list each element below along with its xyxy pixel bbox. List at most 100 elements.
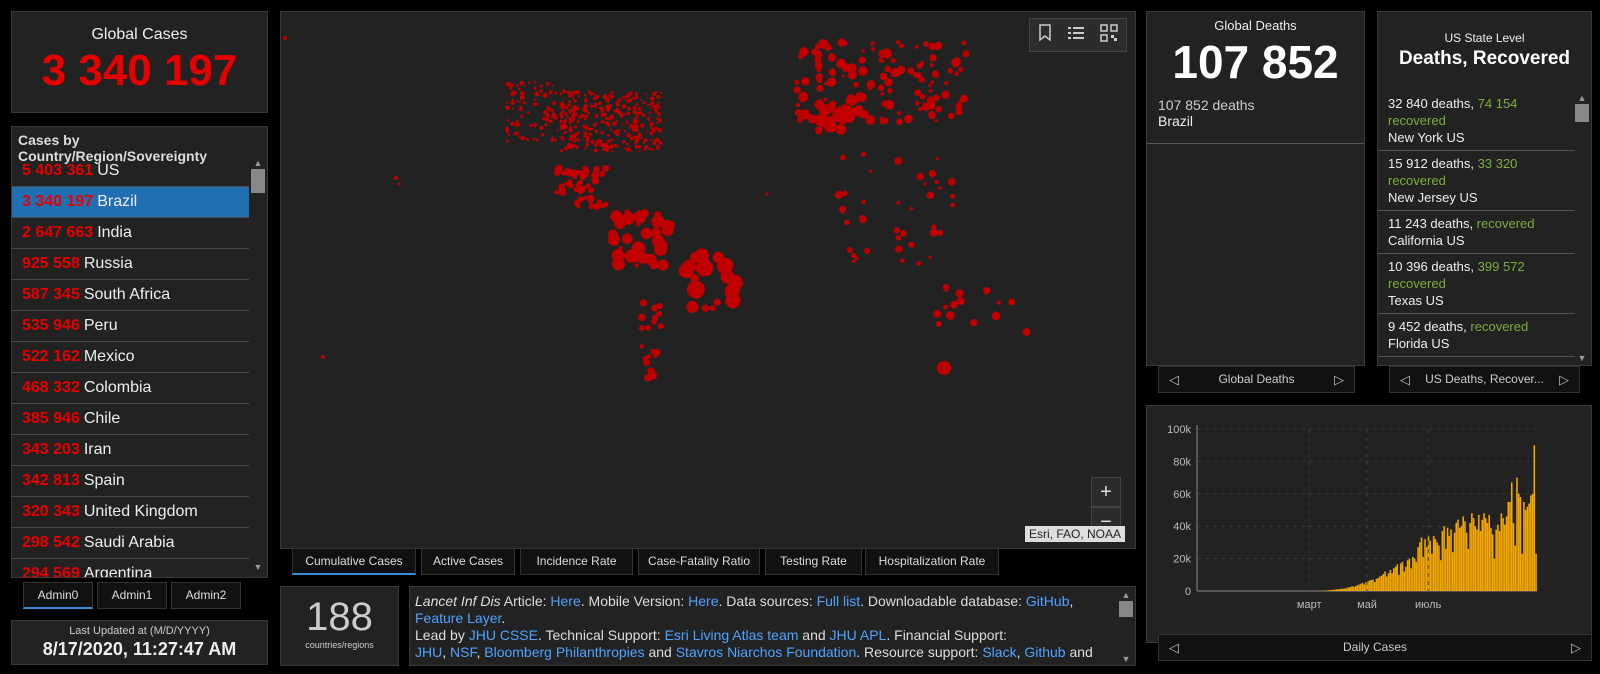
case-dot[interactable] [573,99,577,103]
case-dot[interactable] [842,40,848,46]
case-dot[interactable] [566,90,571,94]
case-dot[interactable] [583,105,586,109]
case-dot[interactable] [545,81,550,86]
case-dot[interactable] [508,83,514,88]
case-dot[interactable] [506,119,510,122]
case-dot[interactable] [572,90,577,95]
case-dot[interactable] [647,116,650,119]
bookmark-icon[interactable] [1038,23,1052,47]
case-dot[interactable] [573,144,576,147]
country-row[interactable]: 320 343 United Kingdom [12,497,249,528]
case-dot[interactable] [542,92,548,98]
case-dot[interactable] [916,261,922,266]
case-dot[interactable] [544,123,548,127]
scroll-down-icon[interactable]: ▼ [1119,653,1133,665]
case-dot[interactable] [823,97,828,102]
case-dot[interactable] [510,121,515,127]
case-dot[interactable] [651,148,655,151]
case-dot[interactable] [851,259,856,264]
case-dot[interactable] [638,325,645,331]
case-dot[interactable] [632,110,635,113]
case-dot[interactable] [626,111,631,116]
case-dot[interactable] [608,107,611,110]
case-dot[interactable] [928,89,933,93]
case-dot[interactable] [563,132,566,135]
us-state-row[interactable]: 32 840 deaths, 74 154 recovered New York … [1378,91,1575,151]
case-dot[interactable] [628,126,631,129]
case-dot[interactable] [574,125,578,129]
case-dot[interactable] [643,138,648,143]
github-resource-link[interactable]: Github [1024,644,1065,660]
case-dot[interactable] [591,177,600,185]
case-dot[interactable] [554,165,563,174]
country-row[interactable]: 3 340 197 Brazil [12,187,249,218]
case-dot[interactable] [589,103,592,106]
case-dot[interactable] [878,49,887,58]
case-dot[interactable] [982,286,991,295]
country-row[interactable]: 522 162 Mexico [12,342,249,373]
case-dot[interactable] [895,39,901,45]
case-dot[interactable] [618,246,623,251]
case-dot[interactable] [515,84,519,87]
case-dot[interactable] [641,209,649,218]
case-dot[interactable] [566,104,570,107]
case-dot[interactable] [934,180,939,185]
case-dot[interactable] [504,105,508,109]
case-dot[interactable] [640,227,653,240]
us-state-row[interactable]: 10 396 deaths, 399 572 recovered Texas US [1378,254,1575,314]
legend-list-icon[interactable] [1067,25,1085,46]
case-dot[interactable] [559,92,563,96]
case-dot[interactable] [955,289,964,298]
case-dot[interactable] [612,121,617,126]
case-dot[interactable] [596,199,602,205]
case-dot[interactable] [647,103,650,107]
case-dot[interactable] [644,92,648,95]
case-dot[interactable] [576,204,581,209]
case-dot[interactable] [610,210,623,223]
case-dot[interactable] [923,182,927,186]
case-dot[interactable] [900,258,905,264]
case-dot[interactable] [552,101,557,106]
case-dot[interactable] [658,118,661,121]
case-dot[interactable] [950,194,955,199]
case-dot[interactable] [927,102,936,111]
case-dot[interactable] [507,133,511,137]
case-dot[interactable] [556,129,559,132]
country-row[interactable]: 535 946 Peru [12,311,249,342]
case-dot[interactable] [904,114,913,124]
case-dot[interactable] [861,49,865,53]
case-dot[interactable] [896,110,902,116]
case-dot[interactable] [575,90,580,95]
case-dot[interactable] [651,215,665,229]
case-dot[interactable] [608,229,618,239]
case-dot[interactable] [635,92,638,95]
case-dot[interactable] [602,164,610,172]
case-dot[interactable] [639,111,643,114]
case-dot[interactable] [599,106,603,110]
case-dot[interactable] [686,280,705,299]
case-dot[interactable] [551,136,554,139]
case-dot[interactable] [520,135,526,141]
case-dot[interactable] [559,112,564,117]
scroll-down-icon[interactable]: ▼ [251,561,265,573]
case-dot[interactable] [644,144,649,149]
case-dot[interactable] [863,247,871,255]
chevron-left-icon[interactable]: ◁ [1400,367,1410,392]
case-dot[interactable] [887,88,893,94]
case-dot[interactable] [614,143,618,147]
case-dot[interactable] [586,169,590,174]
case-dot[interactable] [585,138,589,143]
case-dot[interactable] [624,147,627,150]
case-dot[interactable] [1022,328,1031,336]
case-dot[interactable] [532,122,537,128]
case-dot[interactable] [576,138,580,142]
case-dot[interactable] [945,311,955,320]
case-dot[interactable] [621,123,624,126]
case-dot[interactable] [616,145,620,148]
case-dot[interactable] [569,93,574,98]
scroll-down-icon[interactable]: ▼ [1575,352,1589,364]
case-dot[interactable] [519,105,523,109]
case-dot[interactable] [615,120,619,123]
case-dot[interactable] [934,119,938,123]
case-dot[interactable] [866,80,876,89]
